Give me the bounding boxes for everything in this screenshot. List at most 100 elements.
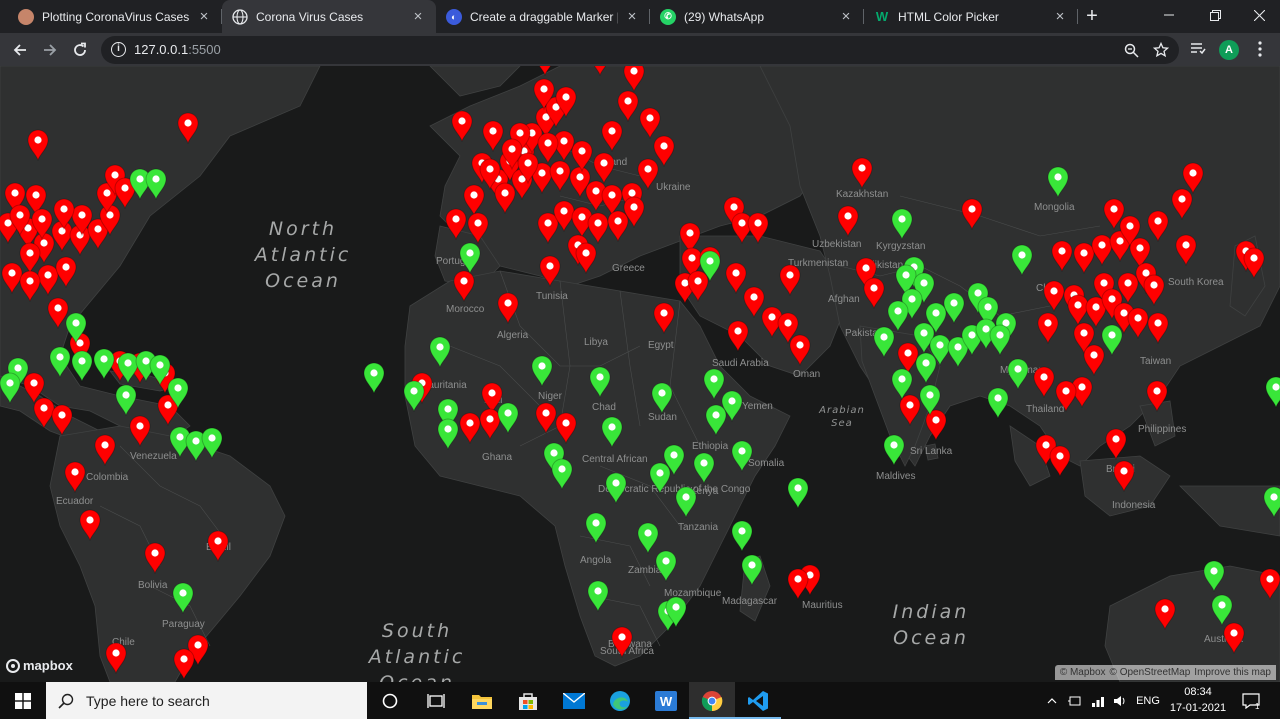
red-case-marker-icon[interactable]: [128, 415, 152, 447]
green-case-marker-icon[interactable]: [698, 250, 722, 282]
start-button[interactable]: [0, 682, 46, 719]
attribution-mapbox-link[interactable]: © Mapbox: [1060, 667, 1106, 678]
green-case-marker-icon[interactable]: [890, 368, 914, 400]
battery-tray-button[interactable]: [1064, 682, 1086, 719]
close-icon[interactable]: ×: [1052, 8, 1068, 25]
red-case-marker-icon[interactable]: [850, 157, 874, 189]
red-case-marker-icon[interactable]: [1181, 162, 1205, 194]
red-case-marker-icon[interactable]: [104, 642, 128, 674]
green-case-marker-icon[interactable]: [530, 355, 554, 387]
restore-button[interactable]: [1192, 0, 1238, 30]
zoom-icon[interactable]: [1121, 40, 1141, 60]
red-case-marker-icon[interactable]: [622, 66, 646, 92]
green-case-marker-icon[interactable]: [914, 352, 938, 384]
action-center-button[interactable]: 1: [1236, 682, 1266, 719]
green-case-marker-icon[interactable]: [664, 596, 688, 628]
green-case-marker-icon[interactable]: [600, 416, 624, 448]
green-case-marker-icon[interactable]: [362, 362, 386, 394]
green-case-marker-icon[interactable]: [882, 434, 906, 466]
microsoft-store-button[interactable]: [505, 682, 551, 719]
red-case-marker-icon[interactable]: [610, 626, 634, 658]
red-case-marker-icon[interactable]: [638, 107, 662, 139]
green-case-marker-icon[interactable]: [48, 346, 72, 378]
green-case-marker-icon[interactable]: [550, 458, 574, 490]
green-case-marker-icon[interactable]: [1100, 324, 1124, 356]
green-case-marker-icon[interactable]: [92, 348, 116, 380]
green-case-marker-icon[interactable]: [890, 208, 914, 240]
tab-whatsapp[interactable]: ✆ (29) WhatsApp ×: [650, 0, 864, 33]
minimize-button[interactable]: [1146, 0, 1192, 30]
red-case-marker-icon[interactable]: [726, 320, 750, 352]
back-button[interactable]: [7, 37, 33, 63]
red-case-marker-icon[interactable]: [616, 90, 640, 122]
red-case-marker-icon[interactable]: [836, 205, 860, 237]
green-case-marker-icon[interactable]: [648, 462, 672, 494]
red-case-marker-icon[interactable]: [1146, 312, 1170, 344]
address-bar[interactable]: i 127.0.0.1:5500: [101, 36, 1179, 64]
mapbox-logo[interactable]: mapbox: [6, 658, 73, 673]
red-case-marker-icon[interactable]: [496, 292, 520, 324]
red-case-marker-icon[interactable]: [500, 138, 524, 170]
red-case-marker-icon[interactable]: [1050, 240, 1074, 272]
close-icon[interactable]: ×: [624, 8, 640, 25]
improve-map-link[interactable]: Improve this map: [1194, 667, 1271, 678]
red-case-marker-icon[interactable]: [1032, 366, 1056, 398]
vscode-button[interactable]: [735, 682, 781, 719]
green-case-marker-icon[interactable]: [918, 384, 942, 416]
task-view-button[interactable]: [413, 682, 459, 719]
green-case-marker-icon[interactable]: [458, 242, 482, 274]
green-case-marker-icon[interactable]: [64, 312, 88, 344]
green-case-marker-icon[interactable]: [1046, 166, 1070, 198]
red-case-marker-icon[interactable]: [143, 542, 167, 574]
red-case-marker-icon[interactable]: [574, 242, 598, 274]
green-case-marker-icon[interactable]: [586, 580, 610, 612]
green-case-marker-icon[interactable]: [0, 372, 22, 404]
green-case-marker-icon[interactable]: [436, 418, 460, 450]
red-case-marker-icon[interactable]: [1054, 380, 1078, 412]
red-case-marker-icon[interactable]: [78, 509, 102, 541]
green-case-marker-icon[interactable]: [114, 384, 138, 416]
red-case-marker-icon[interactable]: [588, 66, 612, 76]
green-case-marker-icon[interactable]: [872, 326, 896, 358]
red-case-marker-icon[interactable]: [1174, 234, 1198, 266]
green-case-marker-icon[interactable]: [428, 336, 452, 368]
red-case-marker-icon[interactable]: [50, 404, 74, 436]
red-case-marker-icon[interactable]: [450, 110, 474, 142]
green-case-marker-icon[interactable]: [70, 350, 94, 382]
green-case-marker-icon[interactable]: [1262, 486, 1280, 518]
green-case-marker-icon[interactable]: [1202, 560, 1226, 592]
profile-avatar[interactable]: A: [1219, 40, 1239, 60]
network-tray-button[interactable]: [1087, 682, 1109, 719]
red-case-marker-icon[interactable]: [458, 412, 482, 444]
language-indicator[interactable]: ENG: [1133, 682, 1163, 719]
red-case-marker-icon[interactable]: [1222, 622, 1246, 654]
red-case-marker-icon[interactable]: [1102, 198, 1126, 230]
taskbar-search-box[interactable]: Type here to search: [46, 682, 367, 719]
red-case-marker-icon[interactable]: [1104, 428, 1128, 460]
writer-button[interactable]: W: [643, 682, 689, 719]
green-case-marker-icon[interactable]: [584, 512, 608, 544]
mail-button[interactable]: [551, 682, 597, 719]
red-case-marker-icon[interactable]: [444, 208, 468, 240]
green-case-marker-icon[interactable]: [588, 366, 612, 398]
red-case-marker-icon[interactable]: [54, 256, 78, 288]
green-case-marker-icon[interactable]: [786, 477, 810, 509]
red-case-marker-icon[interactable]: [1153, 598, 1177, 630]
attribution-osm-link[interactable]: © OpenStreetMap: [1110, 667, 1191, 678]
site-info-icon[interactable]: i: [111, 42, 126, 57]
green-case-marker-icon[interactable]: [166, 377, 190, 409]
url-text[interactable]: 127.0.0.1:5500: [134, 42, 221, 57]
red-case-marker-icon[interactable]: [960, 198, 984, 230]
green-case-marker-icon[interactable]: [1264, 376, 1280, 408]
green-case-marker-icon[interactable]: [604, 472, 628, 504]
red-case-marker-icon[interactable]: [554, 412, 578, 444]
red-case-marker-icon[interactable]: [554, 86, 578, 118]
world-map[interactable]: North Atlantic Ocean South Atlantic Ocea…: [0, 66, 1280, 682]
red-case-marker-icon[interactable]: [622, 196, 646, 228]
green-case-marker-icon[interactable]: [200, 427, 224, 459]
red-case-marker-icon[interactable]: [30, 208, 54, 240]
red-case-marker-icon[interactable]: [746, 212, 770, 244]
red-case-marker-icon[interactable]: [862, 277, 886, 309]
edge-button[interactable]: [597, 682, 643, 719]
green-case-marker-icon[interactable]: [171, 582, 195, 614]
